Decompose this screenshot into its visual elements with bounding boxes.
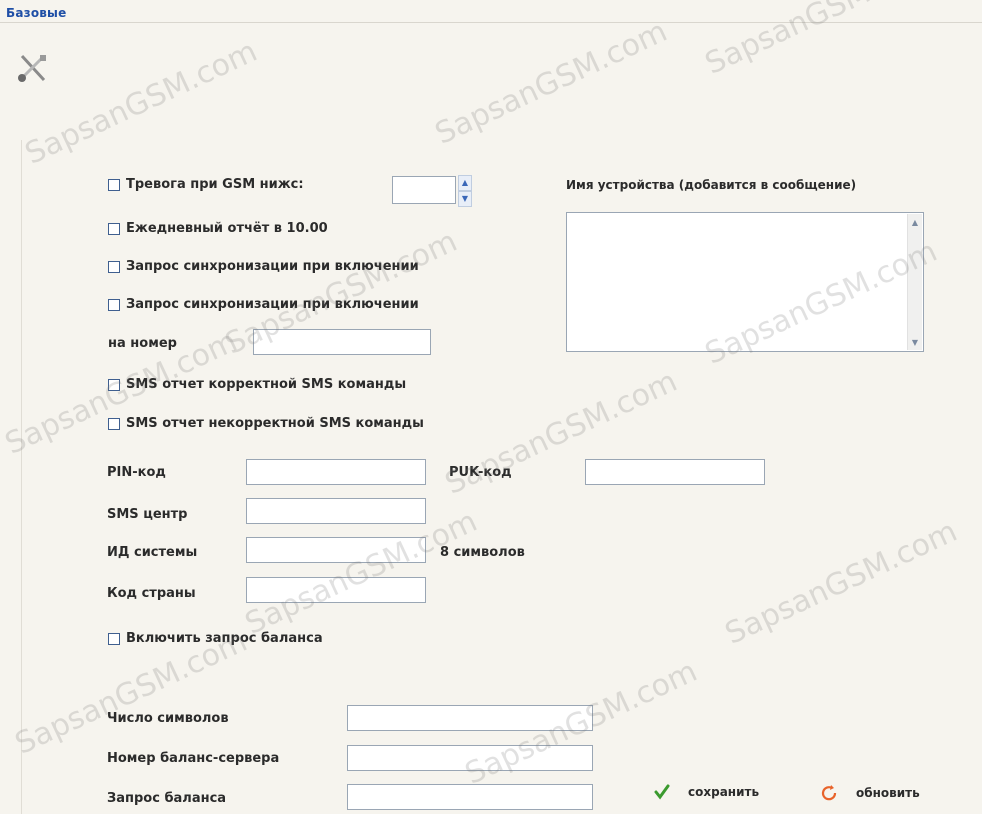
gsm-alarm-checkbox[interactable] <box>108 178 120 191</box>
save-label: сохранить <box>688 785 760 799</box>
daily-report-checkbox[interactable] <box>108 222 120 235</box>
chevron-down-icon: ▼ <box>461 194 469 203</box>
sync-request-checkbox-1[interactable] <box>108 260 120 273</box>
balance-enable-row: Включить запрос баланса <box>108 631 323 646</box>
stepper-up-button[interactable]: ▲ <box>458 175 472 191</box>
refresh-icon <box>821 785 837 801</box>
device-name-textarea[interactable]: ▲ ▼ <box>566 212 924 352</box>
header-divider <box>0 22 982 23</box>
checkmark-icon <box>654 784 670 800</box>
gsm-threshold-input[interactable] <box>392 176 456 204</box>
settings-panel: Базовые Тревога при GSM нижс: ▲ ▼ Ежедне… <box>0 0 982 814</box>
number-label: на номер <box>108 336 177 351</box>
sync-request-row-2: Запрос синхронизации при включении <box>108 297 419 312</box>
watermark: SapsanGSM.com <box>430 13 673 152</box>
symbol-count-input[interactable] <box>347 705 593 731</box>
device-name-scrollbar[interactable]: ▲ ▼ <box>907 214 922 350</box>
country-code-input[interactable] <box>246 577 426 603</box>
sync-request-row-1: Запрос синхронизации при включении <box>108 259 419 274</box>
sms-incorrect-row: SMS отчет некорректной SMS команды <box>108 416 424 431</box>
watermark: SapsanGSM.com <box>700 0 943 82</box>
balance-server-label: Номер баланс-сервера <box>107 751 280 766</box>
puk-label: PUK-код <box>449 465 512 480</box>
sms-incorrect-checkbox[interactable] <box>108 417 120 430</box>
scroll-up-icon[interactable]: ▲ <box>908 216 922 228</box>
balance-server-input[interactable] <box>347 745 593 771</box>
sync-request-checkbox-2[interactable] <box>108 298 120 311</box>
sms-correct-label: SMS отчет корректной SMS команды <box>126 377 407 392</box>
watermark: SapsanGSM.com <box>720 513 963 652</box>
system-id-input[interactable] <box>246 537 426 563</box>
sms-incorrect-label: SMS отчет некорректной SMS команды <box>126 416 424 431</box>
sync-request-label-1: Запрос синхронизации при включении <box>126 259 419 274</box>
number-input[interactable] <box>253 329 431 355</box>
balance-enable-checkbox[interactable] <box>108 632 120 645</box>
refresh-label: обновить <box>856 786 920 800</box>
tab-basic[interactable]: Базовые <box>6 6 66 20</box>
system-id-label: ИД системы <box>107 545 198 560</box>
stepper-down-button[interactable]: ▼ <box>458 191 472 207</box>
watermark: SapsanGSM.com <box>20 33 263 172</box>
puk-input[interactable] <box>585 459 765 485</box>
sms-center-input[interactable] <box>246 498 426 524</box>
save-button[interactable]: сохранить <box>654 784 759 800</box>
refresh-button[interactable]: обновить <box>820 784 920 802</box>
daily-report-row: Ежедневный отчёт в 10.00 <box>108 221 328 236</box>
balance-request-label: Запрос баланса <box>107 791 227 806</box>
pin-label: PIN-код <box>107 465 166 480</box>
sms-correct-checkbox[interactable] <box>108 378 120 391</box>
gsm-threshold-stepper[interactable]: ▲ ▼ <box>458 175 472 207</box>
pin-input[interactable] <box>246 459 426 485</box>
gsm-alarm-label: Тревога при GSM нижс: <box>126 177 304 192</box>
sms-center-label: SMS центр <box>107 507 188 522</box>
watermark: SapsanGSM.com <box>240 503 483 642</box>
country-code-label: Код страны <box>107 586 196 601</box>
symbol-count-label: Число символов <box>107 711 229 726</box>
sync-request-label-2: Запрос синхронизации при включении <box>126 297 419 312</box>
system-id-hint: 8 символов <box>440 545 525 560</box>
panel-border <box>21 140 22 814</box>
chevron-up-icon: ▲ <box>461 178 469 187</box>
sms-correct-row: SMS отчет корректной SMS команды <box>108 377 406 392</box>
device-name-label: Имя устройства (добавится в сообщение) <box>566 178 857 192</box>
tools-icon <box>18 54 46 82</box>
daily-report-label: Ежедневный отчёт в 10.00 <box>126 221 328 236</box>
gsm-alarm-row: Тревога при GSM нижс: <box>108 177 304 192</box>
scroll-down-icon[interactable]: ▼ <box>908 336 922 348</box>
balance-enable-label: Включить запрос баланса <box>126 631 323 646</box>
balance-request-input[interactable] <box>347 784 593 810</box>
